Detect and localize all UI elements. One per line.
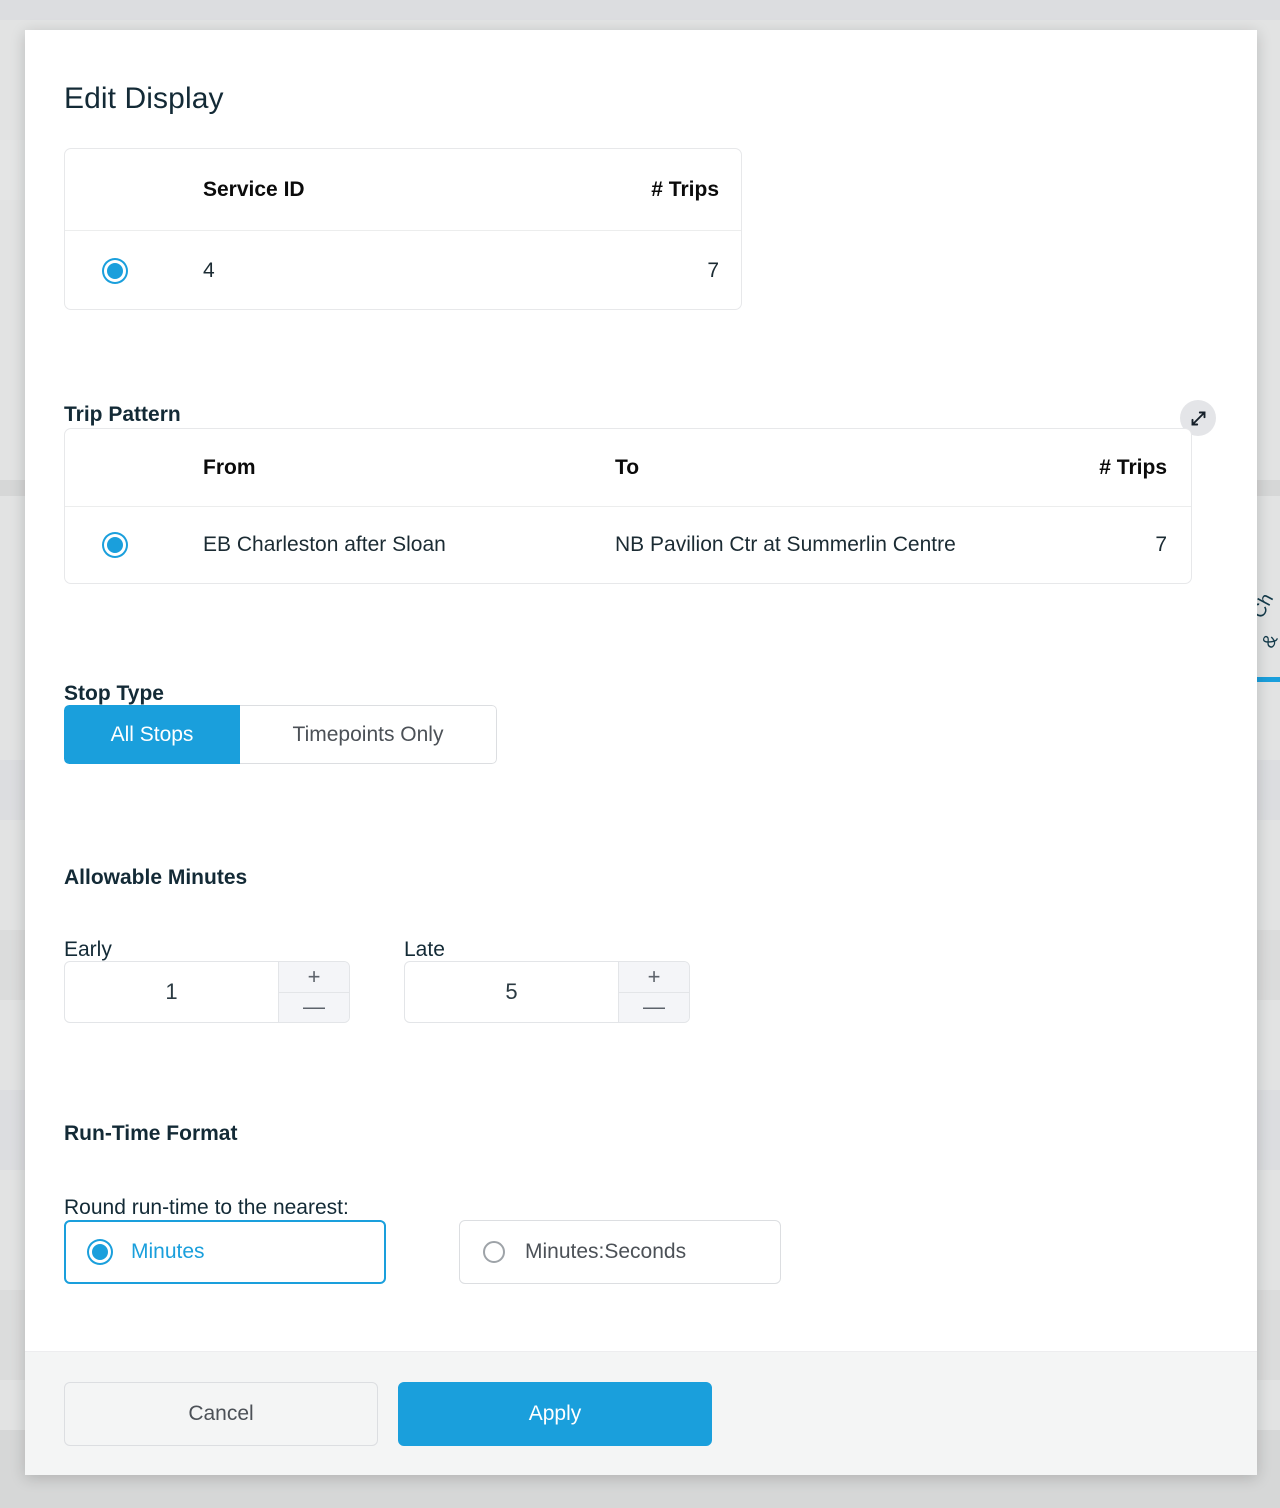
dialog-body: Edit Display Service ID # Trips 4 7 Trip…: [25, 30, 1257, 1351]
background-clipped-label-secondary: &: [1258, 631, 1280, 653]
early-decrement-button[interactable]: —: [279, 993, 349, 1023]
radio-selected-icon[interactable]: [89, 1241, 111, 1263]
run-time-format-heading: Run-Time Format: [64, 1122, 237, 1146]
trip-pattern-table: From To # Trips EB Charleston after Sloa…: [64, 428, 1192, 584]
early-stepper-buttons: + —: [278, 962, 349, 1022]
dialog-title: Edit Display: [64, 82, 224, 116]
column-header-trips: # Trips: [605, 178, 743, 202]
late-decrement-button[interactable]: —: [619, 993, 689, 1023]
early-minutes-value[interactable]: 1: [65, 962, 278, 1022]
cell-to: NB Pavilion Ctr at Summerlin Centre: [615, 533, 1065, 557]
radio-selected-icon[interactable]: [104, 534, 126, 556]
run-time-option-minutes[interactable]: Minutes: [64, 1220, 386, 1284]
early-increment-button[interactable]: +: [279, 962, 349, 993]
table-row[interactable]: 4 7: [65, 231, 741, 310]
cell-trips: 7: [605, 259, 743, 283]
early-minutes-stepper[interactable]: 1 + —: [64, 961, 350, 1023]
run-time-option-minutes-label: Minutes: [131, 1240, 205, 1264]
early-label: Early: [64, 938, 112, 962]
trip-pattern-heading: Trip Pattern: [64, 403, 181, 427]
dialog-footer: Cancel Apply: [25, 1351, 1257, 1475]
radio-unselected-icon[interactable]: [483, 1241, 505, 1263]
segment-timepoints-only[interactable]: Timepoints Only: [240, 705, 497, 764]
background-band: [0, 0, 1280, 20]
late-stepper-buttons: + —: [618, 962, 689, 1022]
service-table-header-row: Service ID # Trips: [65, 149, 741, 231]
run-time-prompt: Round run-time to the nearest:: [64, 1196, 349, 1220]
service-id-table: Service ID # Trips 4 7: [64, 148, 742, 310]
column-header-service-id: Service ID: [165, 178, 605, 202]
late-minutes-value[interactable]: 5: [405, 962, 618, 1022]
service-row-radio-cell[interactable]: [65, 260, 165, 282]
column-header-pattern-trips: # Trips: [1065, 456, 1191, 480]
late-label: Late: [404, 938, 445, 962]
late-minutes-stepper[interactable]: 5 + —: [404, 961, 690, 1023]
cell-service-id: 4: [165, 259, 605, 283]
allowable-minutes-heading: Allowable Minutes: [64, 866, 247, 890]
expand-arrows-glyph: [1189, 409, 1208, 428]
stop-type-heading: Stop Type: [64, 682, 164, 706]
edit-display-dialog: Edit Display Service ID # Trips 4 7 Trip…: [25, 30, 1257, 1475]
pattern-row-radio-cell[interactable]: [65, 534, 165, 556]
radio-selected-icon[interactable]: [104, 260, 126, 282]
segment-all-stops[interactable]: All Stops: [64, 705, 240, 764]
column-header-to: To: [615, 456, 1065, 480]
screen: Ch & Edit Display Service ID # Trips: [0, 0, 1280, 1508]
cell-pattern-trips: 7: [1065, 533, 1191, 557]
stop-type-segmented-control: All Stops Timepoints Only: [64, 705, 497, 764]
cancel-button[interactable]: Cancel: [64, 1382, 378, 1446]
route-bar: [1256, 677, 1280, 682]
apply-button[interactable]: Apply: [398, 1382, 712, 1446]
pattern-table-header-row: From To # Trips: [65, 429, 1191, 507]
table-row[interactable]: EB Charleston after Sloan NB Pavilion Ct…: [65, 507, 1191, 583]
run-time-option-minutes-seconds-label: Minutes:Seconds: [525, 1240, 686, 1264]
run-time-option-minutes-seconds[interactable]: Minutes:Seconds: [459, 1220, 781, 1284]
cell-from: EB Charleston after Sloan: [165, 533, 615, 557]
late-increment-button[interactable]: +: [619, 962, 689, 993]
column-header-from: From: [165, 456, 615, 480]
